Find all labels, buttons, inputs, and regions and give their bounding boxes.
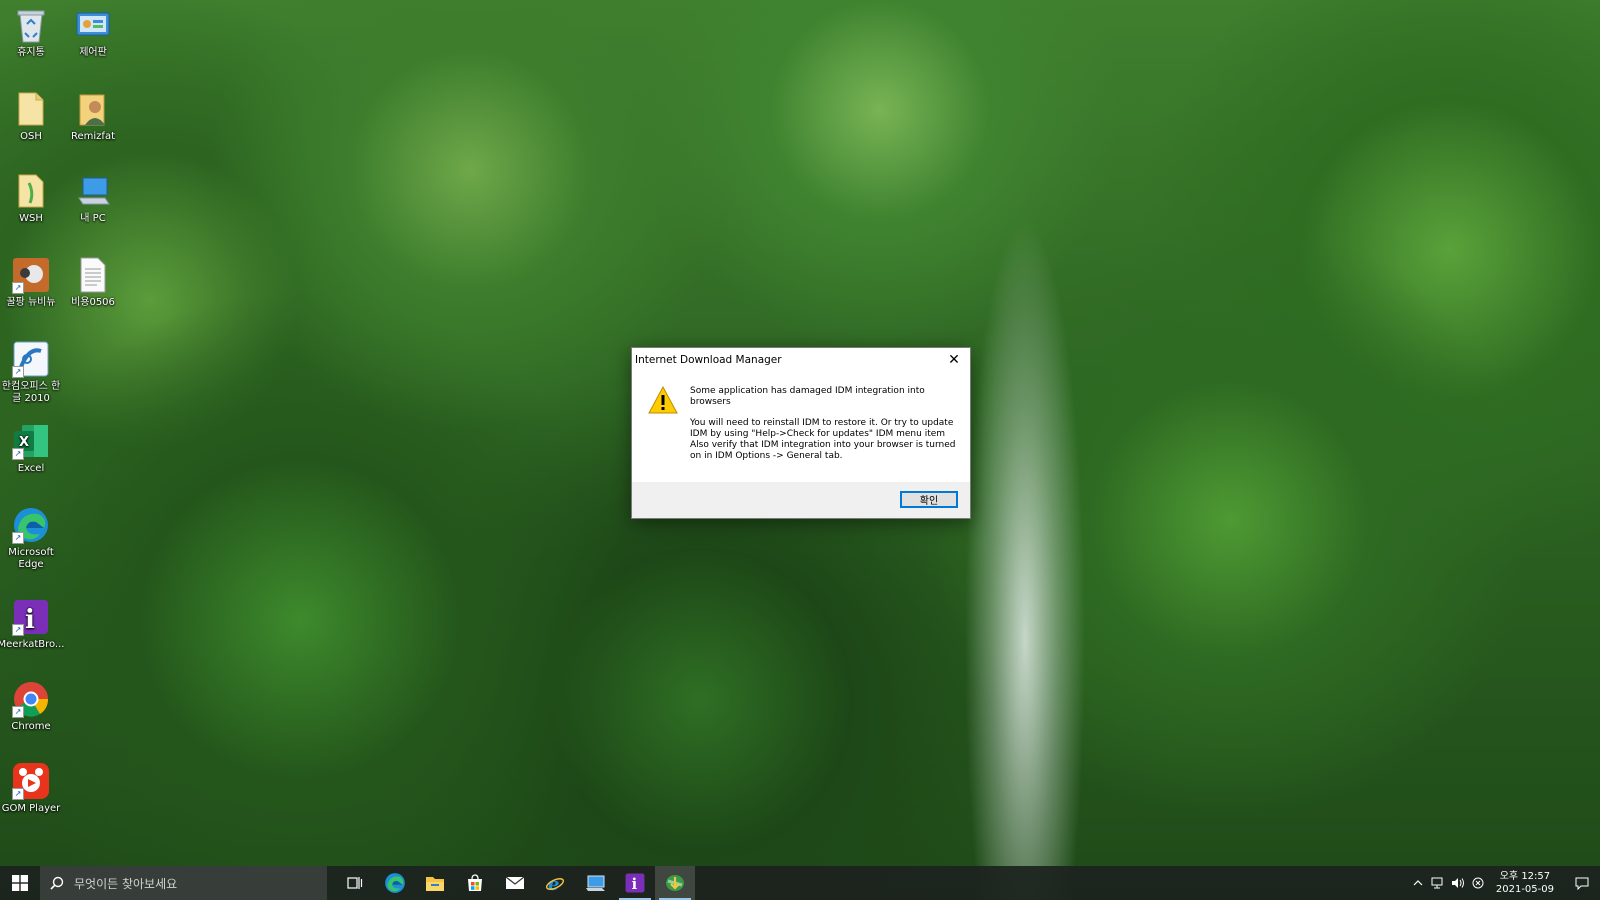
- dialog-title: Internet Download Manager: [635, 354, 782, 366]
- desktop-icon-label: 휴지통: [17, 47, 45, 58]
- windows-logo-icon: [12, 875, 28, 891]
- start-button[interactable]: [0, 866, 40, 900]
- desktop-icon-chrome[interactable]: ↗ Chrome: [0, 680, 62, 733]
- desktop-icon-label: 한컴오피스 한글 2010: [1, 381, 61, 404]
- shortcut-arrow-icon: ↗: [12, 366, 24, 378]
- clock-date: 2021-05-09: [1495, 884, 1554, 895]
- excel-icon: X ↗: [12, 422, 50, 460]
- system-tray: 오후 12:57 2021-05-09: [1408, 866, 1600, 900]
- desktop-icon-label: 비용0506: [71, 297, 115, 308]
- taskbar-meerkat-browser[interactable]: i: [615, 866, 655, 900]
- desktop-icon-wsh[interactable]: WSH: [0, 172, 62, 225]
- shortcut-arrow-icon: ↗: [12, 706, 24, 718]
- search-icon: [50, 876, 64, 890]
- ime-icon[interactable]: [1468, 877, 1488, 889]
- svg-text:e: e: [548, 874, 559, 893]
- task-view-icon: [347, 877, 363, 889]
- edge-icon: ↗: [12, 506, 50, 544]
- hancom-office-icon: ↗: [12, 340, 50, 378]
- shortcut-arrow-icon: ↗: [12, 532, 24, 544]
- network-icon[interactable]: [1428, 877, 1448, 889]
- desktop-icon-label: MeerkatBro...: [0, 639, 65, 650]
- idm-warning-dialog: Internet Download Manager ✕ Some applica…: [631, 347, 971, 519]
- desktop-icon-meerkat-browser[interactable]: i ↗ MeerkatBro...: [0, 598, 65, 651]
- desktop-icon-edge[interactable]: ↗ Microsoft Edge: [0, 506, 62, 571]
- ok-button[interactable]: 확인: [900, 491, 958, 508]
- taskbar-internet-explorer[interactable]: e: [535, 866, 575, 900]
- recycle-bin-icon: [12, 6, 50, 44]
- notification-center-icon[interactable]: [1564, 877, 1600, 890]
- desktop-icon-gom-player[interactable]: ↗ GOM Player: [0, 762, 62, 815]
- desktop-icon-label: Excel: [17, 463, 45, 474]
- dialog-message-line-1: Some application has damaged IDM integra…: [690, 386, 925, 407]
- folder-icon: [12, 90, 50, 128]
- svg-text:i: i: [632, 876, 638, 893]
- shortcut-arrow-icon: ↗: [12, 624, 24, 636]
- desktop-icon-osh[interactable]: OSH: [0, 90, 62, 143]
- dialog-body: Some application has damaged IDM integra…: [632, 372, 970, 486]
- search-placeholder: 무엇이든 찾아보세요: [74, 876, 178, 891]
- desktop-icon-hancom-office[interactable]: ↗ 한컴오피스 한글 2010: [0, 340, 62, 405]
- desktop-icon-remizfat[interactable]: Remizfat: [62, 90, 124, 143]
- shortcut-arrow-icon: ↗: [12, 788, 24, 800]
- taskbar-idm[interactable]: [655, 866, 695, 900]
- folder-icon: [12, 172, 50, 210]
- desktop-icon-label: Chrome: [11, 721, 51, 732]
- desktop-icon-label: GOM Player: [1, 803, 61, 814]
- chrome-icon: ↗: [12, 680, 50, 718]
- warning-icon: [648, 385, 678, 414]
- taskbar-pinned-apps: e i: [335, 866, 695, 900]
- taskbar-mail[interactable]: [495, 866, 535, 900]
- dialog-titlebar[interactable]: Internet Download Manager ✕: [632, 348, 970, 372]
- desktop-icon-label: 내 PC: [80, 213, 106, 224]
- desktop-icon-label: Remizfat: [71, 131, 115, 142]
- desktop-icon-recycle-bin[interactable]: 휴지통: [0, 6, 62, 59]
- remote-desktop-icon: [586, 875, 605, 891]
- volume-icon[interactable]: [1448, 877, 1468, 889]
- close-icon[interactable]: ✕: [944, 350, 964, 370]
- taskbar-file-explorer[interactable]: [415, 866, 455, 900]
- app-shortcut-icon: ↗: [12, 256, 50, 294]
- meerkat-browser-icon: i ↗: [12, 598, 50, 636]
- dialog-footer: 확인: [632, 482, 970, 518]
- taskbar-clock[interactable]: 오후 12:57 2021-05-09: [1496, 870, 1554, 896]
- shortcut-arrow-icon: ↗: [12, 448, 24, 460]
- internet-explorer-icon: e: [545, 874, 565, 893]
- gom-player-icon: ↗: [12, 762, 50, 800]
- meerkat-browser-icon: i: [625, 873, 645, 893]
- svg-text:i: i: [25, 605, 35, 635]
- mail-icon: [505, 876, 525, 889]
- clock-time: 오후 12:57: [1499, 871, 1551, 882]
- desktop-icon-label: WSH: [19, 213, 43, 224]
- edge-icon: [385, 873, 405, 893]
- user-folder-icon: [74, 90, 112, 128]
- desktop-icon-this-pc[interactable]: 내 PC: [62, 172, 124, 225]
- taskbar-edge[interactable]: [375, 866, 415, 900]
- desktop-icon-label: 꿀팡 뉴비뉴: [6, 297, 56, 308]
- control-panel-icon: [74, 6, 112, 44]
- dialog-message: Some application has damaged IDM integra…: [690, 386, 956, 486]
- chevron-up-icon[interactable]: [1408, 880, 1428, 886]
- taskbar-microsoft-store[interactable]: [455, 866, 495, 900]
- desktop-icon-control-panel[interactable]: 제어판: [62, 6, 124, 59]
- microsoft-store-icon: [468, 874, 482, 891]
- desktop-icon-excel[interactable]: X ↗ Excel: [0, 422, 62, 475]
- desktop-icon-app-shortcut[interactable]: ↗ 꿀팡 뉴비뉴: [0, 256, 62, 309]
- text-file-icon: [74, 256, 112, 294]
- desktop-icon-label: OSH: [20, 131, 42, 142]
- file-explorer-icon: [426, 877, 444, 891]
- dialog-message-line-2: You will need to reinstall IDM to restor…: [690, 418, 956, 461]
- desktop-icon-label: Microsoft Edge: [8, 547, 54, 570]
- desktop-icon-text-file[interactable]: 비용0506: [62, 256, 124, 309]
- this-pc-icon: [74, 172, 112, 210]
- taskbar-search-box[interactable]: 무엇이든 찾아보세요: [40, 866, 327, 900]
- taskbar: 무엇이든 찾아보세요 e i 오후 12:57 2021-05-09: [0, 866, 1600, 900]
- task-view-button[interactable]: [335, 866, 375, 900]
- shortcut-arrow-icon: ↗: [12, 282, 24, 294]
- idm-icon: [666, 875, 684, 891]
- desktop-icon-label: 제어판: [79, 47, 107, 58]
- taskbar-remote-desktop[interactable]: [575, 866, 615, 900]
